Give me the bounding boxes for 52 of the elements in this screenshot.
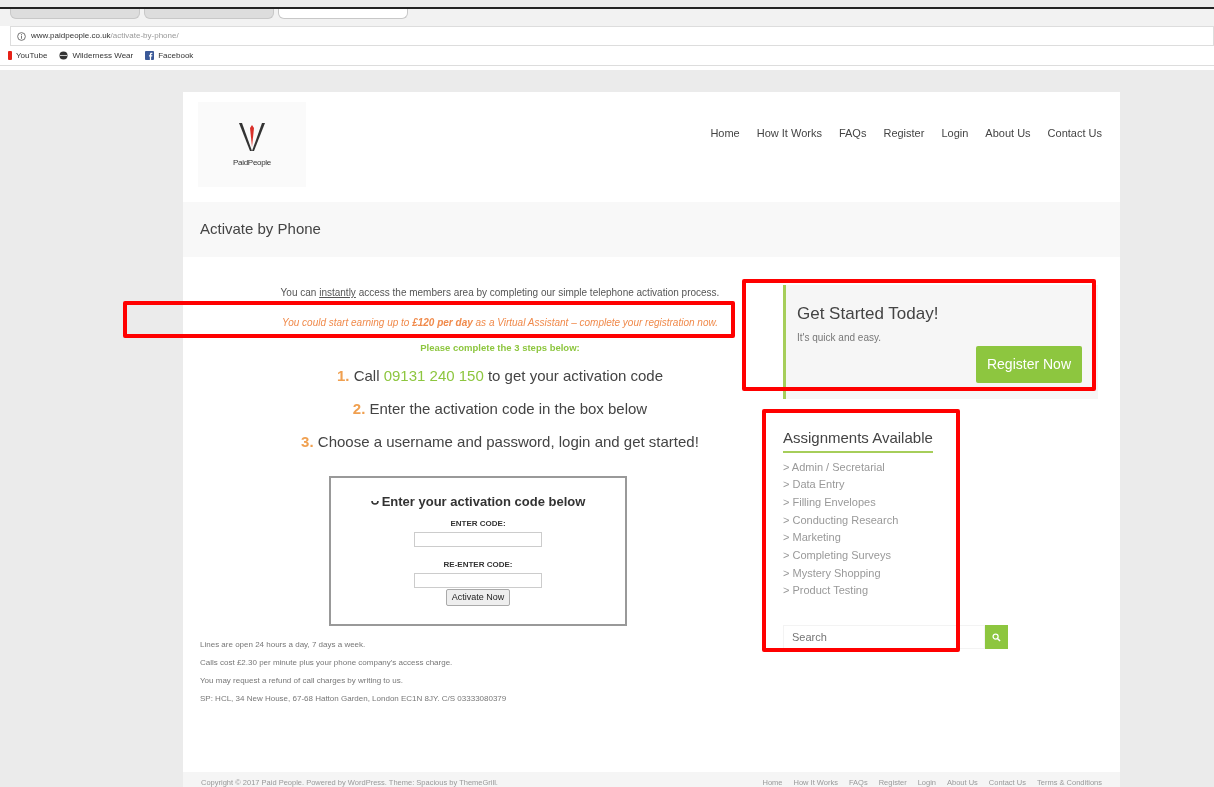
nav-link[interactable]: Home — [710, 125, 740, 142]
register-button[interactable]: Register Now — [975, 346, 1082, 383]
browser-tab[interactable] — [10, 9, 140, 19]
info-icon — [17, 31, 26, 41]
cta-subtitle: It's quick and easy. — [797, 330, 882, 345]
nav-link[interactable]: Contact Us — [1047, 125, 1102, 142]
assignment-link[interactable]: > Filling Envelopes — [783, 493, 1098, 512]
assignment-link[interactable]: > Product Testing — [783, 582, 1098, 601]
assignment-link[interactable]: > Data Entry — [783, 476, 1098, 494]
note-text: Lines are open 24 hours a day, 7 days a week. — [200, 640, 367, 651]
note-text: You may request a refund of call charges by writing to us. — [200, 676, 404, 687]
bookmark-link[interactable]: Facebook — [145, 49, 194, 62]
bookmark-link[interactable]: YouTube — [8, 49, 48, 62]
browser-tab[interactable] — [144, 9, 274, 19]
assignment-link[interactable]: > Admin / Secretarial — [783, 458, 1098, 477]
steps-heading: Please complete the 3 steps below: — [419, 341, 581, 355]
activate-button[interactable]: Activate Now — [445, 588, 511, 607]
search-icon — [992, 632, 1001, 642]
note-text: Calls cost £2.30 per minute plus your phone company's access charge. — [200, 658, 454, 669]
search-button[interactable] — [985, 625, 1008, 650]
spinner-icon — [370, 498, 379, 506]
f-logo-icon — [145, 51, 155, 60]
inline-link[interactable]: instantly — [319, 287, 356, 298]
assignment-link[interactable]: > Marketing — [783, 529, 1098, 547]
nav-link[interactable]: About Us — [985, 125, 1031, 142]
nav-link[interactable]: Login — [941, 125, 969, 142]
nav-link[interactable]: Register — [883, 125, 925, 142]
globe-icon — [59, 51, 69, 60]
step-text: 2. Enter the activation code in the box below — [351, 399, 649, 420]
search-field[interactable]: Search — [783, 625, 985, 650]
assignment-link[interactable]: > Completing Surveys — [783, 547, 1098, 565]
page-title: Activate by Phone — [183, 202, 1120, 257]
step-text: 1. Call 09131 240 150 to get your activation code — [335, 366, 665, 387]
form-title: Enter your activation code below — [381, 493, 586, 512]
field-label: RE-ENTER CODE: — [443, 558, 513, 571]
nav-link[interactable]: How It Works — [756, 125, 822, 142]
widget-title: Assignments Available — [783, 427, 933, 453]
code-input-field[interactable] — [414, 572, 542, 588]
note-text: SP: HCL, 34 New House, 67-68 Hatton Garden, London EC1N 8JY. C/S 03333080379 — [200, 694, 508, 705]
nav-link[interactable]: FAQs — [838, 125, 867, 142]
bookmark-link[interactable]: Wilderness Wear — [59, 49, 134, 62]
assignment-link[interactable]: > Conducting Research — [783, 511, 1098, 530]
step-text: 3. Choose a username and password, login and get started! — [300, 432, 700, 453]
assignment-link[interactable]: > Mystery Shopping — [783, 564, 1098, 583]
promo-text: You could start earning up to £120 per day as a Virtual Assistant – complete your registration now. — [281, 316, 719, 330]
code-input-field[interactable] — [414, 531, 542, 547]
address-bar[interactable]: www.paidpeople.co.uk/activate-by-phone/ — [10, 26, 1214, 46]
site-logo[interactable]: PaidPeople — [198, 102, 306, 187]
field-label: ENTER CODE: — [450, 517, 506, 530]
intro-text: You can instantly access the members area by completing our simple telephone activation process. — [279, 286, 721, 300]
cta-title: Get Started Today! — [797, 303, 940, 325]
browser-tab[interactable] — [278, 9, 408, 19]
